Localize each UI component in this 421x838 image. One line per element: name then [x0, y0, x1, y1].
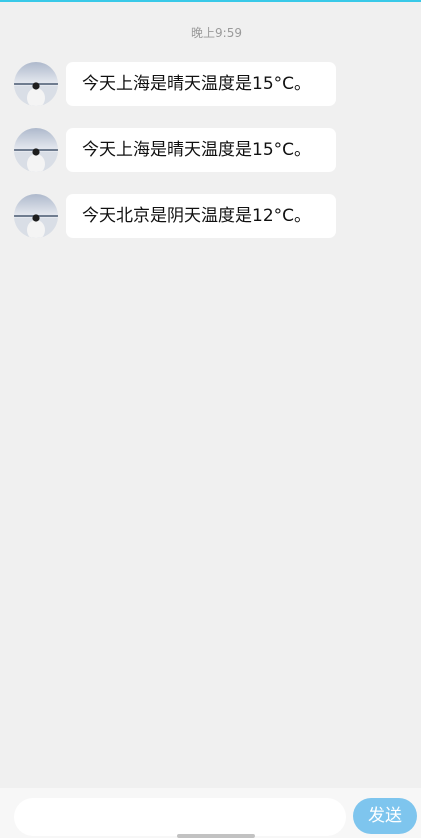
home-indicator[interactable] [177, 834, 255, 838]
message-bubble[interactable]: 今天上海是晴天温度是15°C。 [66, 62, 336, 106]
avatar-image [14, 62, 58, 106]
avatar-image [14, 128, 58, 172]
avatar[interactable] [14, 194, 58, 238]
message-input[interactable] [14, 798, 346, 836]
avatar[interactable] [14, 128, 58, 172]
message-bubble[interactable]: 今天北京是阴天温度是12°C。 [66, 194, 336, 238]
message-row: 今天上海是晴天温度是15°C。 [14, 62, 354, 106]
avatar[interactable] [14, 62, 58, 106]
send-button[interactable]: 发送 [353, 798, 417, 834]
message-timestamp: 晚上9:59 [191, 26, 242, 40]
message-bubble[interactable]: 今天上海是晴天温度是15°C。 [66, 128, 336, 172]
message-row: 今天北京是阴天温度是12°C。 [14, 194, 354, 238]
avatar-image [14, 194, 58, 238]
input-bar: 发送 [0, 788, 421, 838]
message-row: 今天上海是晴天温度是15°C。 [14, 128, 354, 172]
top-accent-line [0, 0, 421, 2]
